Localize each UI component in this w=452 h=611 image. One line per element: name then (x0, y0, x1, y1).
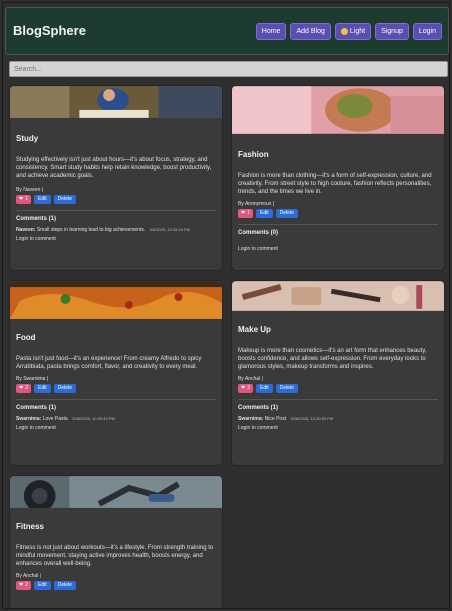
add-blog-button[interactable]: Add Blog (290, 23, 331, 40)
comment-text: Small steps in learning lead to big achi… (36, 227, 146, 233)
theme-toggle-button[interactable]: Light (334, 23, 372, 40)
login-to-comment-link[interactable]: Login to comment (238, 246, 438, 252)
login-to-comment-link[interactable]: Login to comment (238, 425, 438, 431)
post-title: Fashion (238, 150, 269, 159)
post-actions: ❤ 2 Edit Delete (238, 384, 438, 393)
post-actions: ❤ 2 Edit Delete (16, 384, 216, 393)
delete-button[interactable]: Delete (275, 384, 299, 393)
post-author: By Anchal | (16, 573, 41, 579)
post-card-fitness: Fitness Fitness is not just about workou… (9, 475, 223, 608)
comment-author: Naveen: (16, 227, 36, 233)
comments-title: Comments (0) (238, 230, 279, 236)
like-count: 2 (25, 385, 28, 391)
post-image-food (10, 281, 222, 319)
edit-button[interactable]: Edit (255, 209, 273, 218)
comment: Swarnima: Nice Post 3/28/2025, 12:20:00 … (238, 416, 438, 422)
app-frame: BlogSphere Home Add Blog Light Signup Lo… (2, 2, 450, 609)
post-author: By Anchal | (238, 376, 263, 382)
post-card-study: Study Studying effectively isn't just ab… (9, 85, 223, 271)
like-button[interactable]: ❤ 2 (16, 581, 31, 590)
heart-icon: ❤ (241, 385, 246, 391)
edit-button[interactable]: Edit (33, 384, 51, 393)
heart-icon: ❤ (19, 582, 24, 588)
comments-title: Comments (1) (16, 216, 57, 222)
comment-date: 3/28/2025, 12:20:00 PM (290, 416, 334, 421)
like-button[interactable]: ❤ 1 (16, 195, 31, 204)
post-text: Makeup is more than cosmetics—it's an ar… (238, 348, 427, 370)
comment-author: Swarnima: (238, 416, 264, 422)
post-text: Studying effectively isn't just about ho… (16, 157, 212, 179)
edit-button[interactable]: Edit (255, 384, 273, 393)
navbar: BlogSphere Home Add Blog Light Signup Lo… (5, 7, 449, 55)
comment-date: 3/5/2025, 12:05:19 PM (149, 227, 191, 232)
post-author: By Swarnima | (16, 376, 49, 382)
post-card-makeup: Make Up Makeup is more than cosmetics—it… (231, 280, 445, 466)
like-button[interactable]: ❤ 1 (238, 209, 253, 218)
post-actions: ❤ 1 Edit Delete (238, 209, 438, 218)
divider (238, 399, 438, 400)
heart-icon: ❤ (241, 210, 246, 216)
edit-button[interactable]: Edit (33, 581, 51, 590)
post-title: Study (16, 134, 39, 143)
comment: Swarnima: Love Pasta 3/28/2025, 10:20:43… (16, 416, 216, 422)
divider (16, 399, 216, 400)
comment: Naveen: Small steps in learning lead to … (16, 227, 216, 233)
post-card-fashion: Fashion Fashion is more than clothing—it… (231, 85, 445, 271)
nav-buttons: Home Add Blog Light Signup Login (255, 23, 442, 40)
login-to-comment-link[interactable]: Login to comment (16, 425, 216, 431)
post-text: Fashion is more than clothing—it's a for… (238, 173, 432, 195)
divider (238, 224, 438, 225)
comment-author: Swarnima: (16, 416, 42, 422)
heart-icon: ❤ (19, 196, 24, 202)
comment-text: Love Pasta (42, 416, 68, 422)
comments-title: Comments (1) (16, 405, 57, 411)
post-actions: ❤ 1 Edit Delete (16, 195, 216, 204)
post-title: Fitness (16, 522, 45, 531)
post-title: Food (16, 333, 36, 342)
post-text: Fitness is not just about workouts—it's … (16, 545, 214, 567)
post-card-food: Food Pasta isn't just food—it's an exper… (9, 280, 223, 466)
divider (16, 210, 216, 211)
like-button[interactable]: ❤ 2 (238, 384, 253, 393)
brand-logo[interactable]: BlogSphere (13, 23, 86, 38)
delete-button[interactable]: Delete (275, 209, 299, 218)
login-to-comment-link[interactable]: Login to comment (16, 236, 216, 242)
comment-text: Nice Post (264, 416, 287, 422)
comment-date: 3/28/2025, 10:20:43 PM (72, 416, 115, 421)
post-author: By Anonymous | (238, 201, 275, 207)
post-author: By Naveen | (16, 187, 44, 193)
like-count: 1 (247, 210, 250, 216)
comments-title: Comments (1) (238, 405, 279, 411)
theme-toggle-label: Light (349, 28, 366, 35)
heart-icon: ❤ (19, 385, 24, 391)
like-button[interactable]: ❤ 2 (16, 384, 31, 393)
post-image-fashion (232, 86, 444, 134)
edit-button[interactable]: Edit (33, 195, 51, 204)
like-count: 2 (25, 582, 28, 588)
sun-icon (340, 28, 348, 35)
post-text: Pasta isn't just food—it's an experience… (16, 356, 202, 370)
search-input[interactable] (9, 61, 448, 77)
delete-button[interactable]: Delete (53, 581, 77, 590)
delete-button[interactable]: Delete (53, 384, 77, 393)
home-button[interactable]: Home (255, 23, 287, 40)
post-title: Make Up (238, 325, 271, 334)
login-button[interactable]: Login (412, 23, 442, 40)
post-image-study (10, 86, 222, 118)
signup-button[interactable]: Signup (375, 23, 409, 40)
delete-button[interactable]: Delete (53, 195, 77, 204)
post-image-makeup (232, 281, 444, 311)
like-count: 2 (247, 385, 250, 391)
post-actions: ❤ 2 Edit Delete (16, 581, 216, 590)
post-image-fitness (10, 476, 222, 508)
like-count: 1 (25, 196, 28, 202)
